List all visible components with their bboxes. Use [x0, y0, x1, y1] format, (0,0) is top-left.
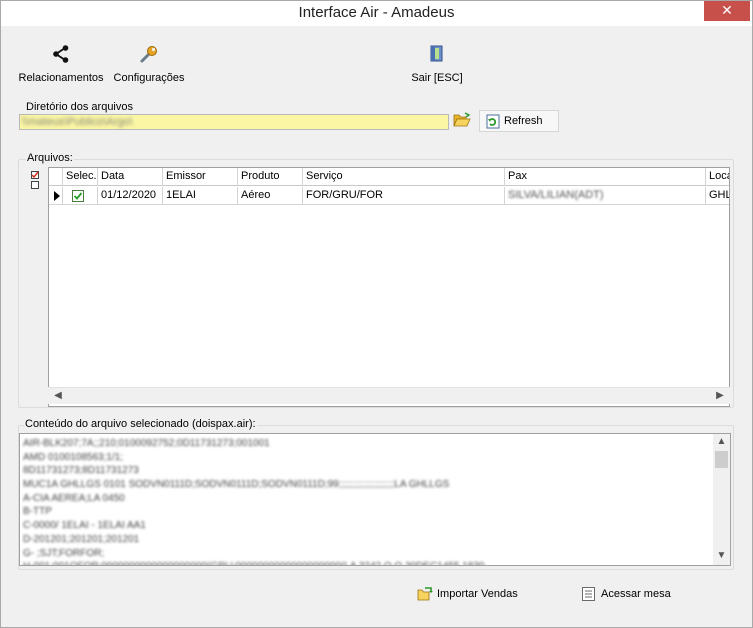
content-line: MUC1A GHLLGS 0101 SODVN0111D;SODVN0111D;… — [23, 479, 450, 491]
check-icon — [31, 171, 39, 179]
deselect-all-checkbox[interactable] — [31, 181, 39, 189]
cell-servico: FOR/GRU/FOR — [303, 187, 505, 205]
content-vertical-scrollbar[interactable]: ▲ ▼ — [713, 434, 730, 565]
content-line: A-CIA AEREA;LA 0450 — [23, 492, 125, 504]
import-folder-icon — [417, 587, 433, 601]
refresh-button[interactable]: Refresh — [479, 110, 559, 132]
wrench-icon — [140, 46, 157, 63]
exit-door-icon — [430, 45, 443, 62]
scroll-left-icon[interactable]: ◀ — [51, 390, 65, 403]
client-area: Relacionamentos Configurações Sair [ESC]… — [4, 26, 749, 626]
browse-folder-button[interactable] — [453, 112, 471, 131]
column-header-produto[interactable]: Produto — [238, 168, 303, 186]
header-indicator — [49, 168, 63, 186]
conteudo-label: Conteúdo do arquivo selecionado (doispax… — [24, 418, 257, 430]
content-line: G- ;SJT;FORFOR; — [23, 547, 105, 559]
share-nodes-icon — [53, 45, 69, 63]
scroll-right-icon[interactable]: ▶ — [713, 390, 727, 403]
column-header-loca[interactable]: Loca — [706, 168, 729, 186]
column-header-emissor[interactable]: Emissor — [163, 168, 238, 186]
arquivos-grid: Selec. Data Emissor Produto Serviço Pax … — [48, 167, 730, 407]
column-header-selec[interactable]: Selec. — [63, 168, 98, 186]
sair-button[interactable]: Sair [ESC] — [404, 44, 470, 84]
file-content-lines: AIR-BLK207;7A;;210;0100092752;0D11731273… — [23, 437, 705, 565]
content-line: C-0000/ 1ELAI - 1ELAI AA1 — [23, 520, 146, 532]
relacionamentos-button[interactable]: Relacionamentos — [18, 44, 104, 84]
content-line: H-001;001OFOR;0000000000000000000(GRU;00… — [23, 560, 705, 565]
acessar-mesa-label: Acessar mesa — [601, 588, 671, 600]
table-row[interactable]: 01/12/2020 1ELAI Aéreo FOR/GRU/FOR SILVA… — [49, 187, 729, 205]
scroll-up-icon[interactable]: ▲ — [715, 436, 728, 449]
content-line: B-TTP — [23, 506, 52, 518]
cell-emissor: 1ELAI — [163, 187, 238, 205]
scroll-thumb[interactable] — [715, 451, 728, 468]
content-line: AMD 0100108563;1/1; — [23, 451, 124, 463]
file-content-textbox[interactable]: AIR-BLK207;7A;;210;0100092752;0D11731273… — [19, 433, 731, 566]
grid-horizontal-scrollbar[interactable]: ◀ ▶ — [48, 387, 730, 404]
sair-label: Sair [ESC] — [411, 72, 463, 84]
window-title: Interface Air - Amadeus — [298, 4, 455, 21]
column-header-data[interactable]: Data — [98, 168, 163, 186]
row-select-checkbox[interactable] — [72, 190, 84, 202]
cell-selec — [63, 187, 98, 205]
directory-path-text: \\mateus\Publico\Argo\ — [22, 116, 133, 128]
arquivos-label: Arquivos: — [26, 152, 74, 164]
scroll-down-icon[interactable]: ▼ — [715, 550, 728, 563]
row-indicator — [49, 187, 63, 205]
folder-open-icon — [453, 112, 471, 127]
refresh-label: Refresh — [504, 115, 543, 127]
content-line: D-201201;201201;201201 — [23, 533, 140, 545]
directory-label: Diretório dos arquivos — [26, 101, 133, 113]
column-header-servico[interactable]: Serviço — [303, 168, 505, 186]
check-icon — [73, 192, 83, 200]
importar-vendas-button[interactable]: Importar Vendas — [417, 585, 527, 605]
table-list-icon — [582, 587, 595, 601]
cell-loca: GHL — [709, 189, 730, 201]
relacionamentos-label: Relacionamentos — [18, 72, 104, 84]
close-button[interactable]: ✕ — [704, 1, 750, 21]
cell-data: 01/12/2020 — [98, 187, 163, 205]
acessar-mesa-button[interactable]: Acessar mesa — [581, 585, 681, 605]
configuracoes-button[interactable]: Configurações — [112, 44, 186, 84]
grid-header: Selec. Data Emissor Produto Serviço Pax … — [49, 168, 729, 186]
title-bar: Interface Air - Amadeus ✕ — [1, 1, 752, 26]
select-all-checkbox[interactable] — [31, 171, 39, 179]
directory-path-input[interactable]: \\mateus\Publico\Argo\ — [19, 114, 449, 130]
content-line: AIR-BLK207;7A;;210;0100092752;0D11731273… — [23, 438, 270, 449]
content-line: 8D11731273;8D11731273 — [23, 465, 139, 477]
current-row-arrow-icon — [54, 191, 60, 201]
importar-vendas-label: Importar Vendas — [437, 588, 518, 600]
cell-produto: Aéreo — [238, 187, 303, 205]
close-icon: ✕ — [721, 2, 733, 18]
configuracoes-label: Configurações — [113, 72, 185, 84]
cell-pax: SILVA/LILIAN(ADT) — [505, 187, 706, 205]
main-window: Interface Air - Amadeus ✕ Relacionamento… — [0, 0, 753, 628]
cell-pax-text: SILVA/LILIAN(ADT) — [508, 189, 604, 201]
column-header-pax[interactable]: Pax — [505, 168, 706, 186]
refresh-icon — [486, 114, 500, 129]
